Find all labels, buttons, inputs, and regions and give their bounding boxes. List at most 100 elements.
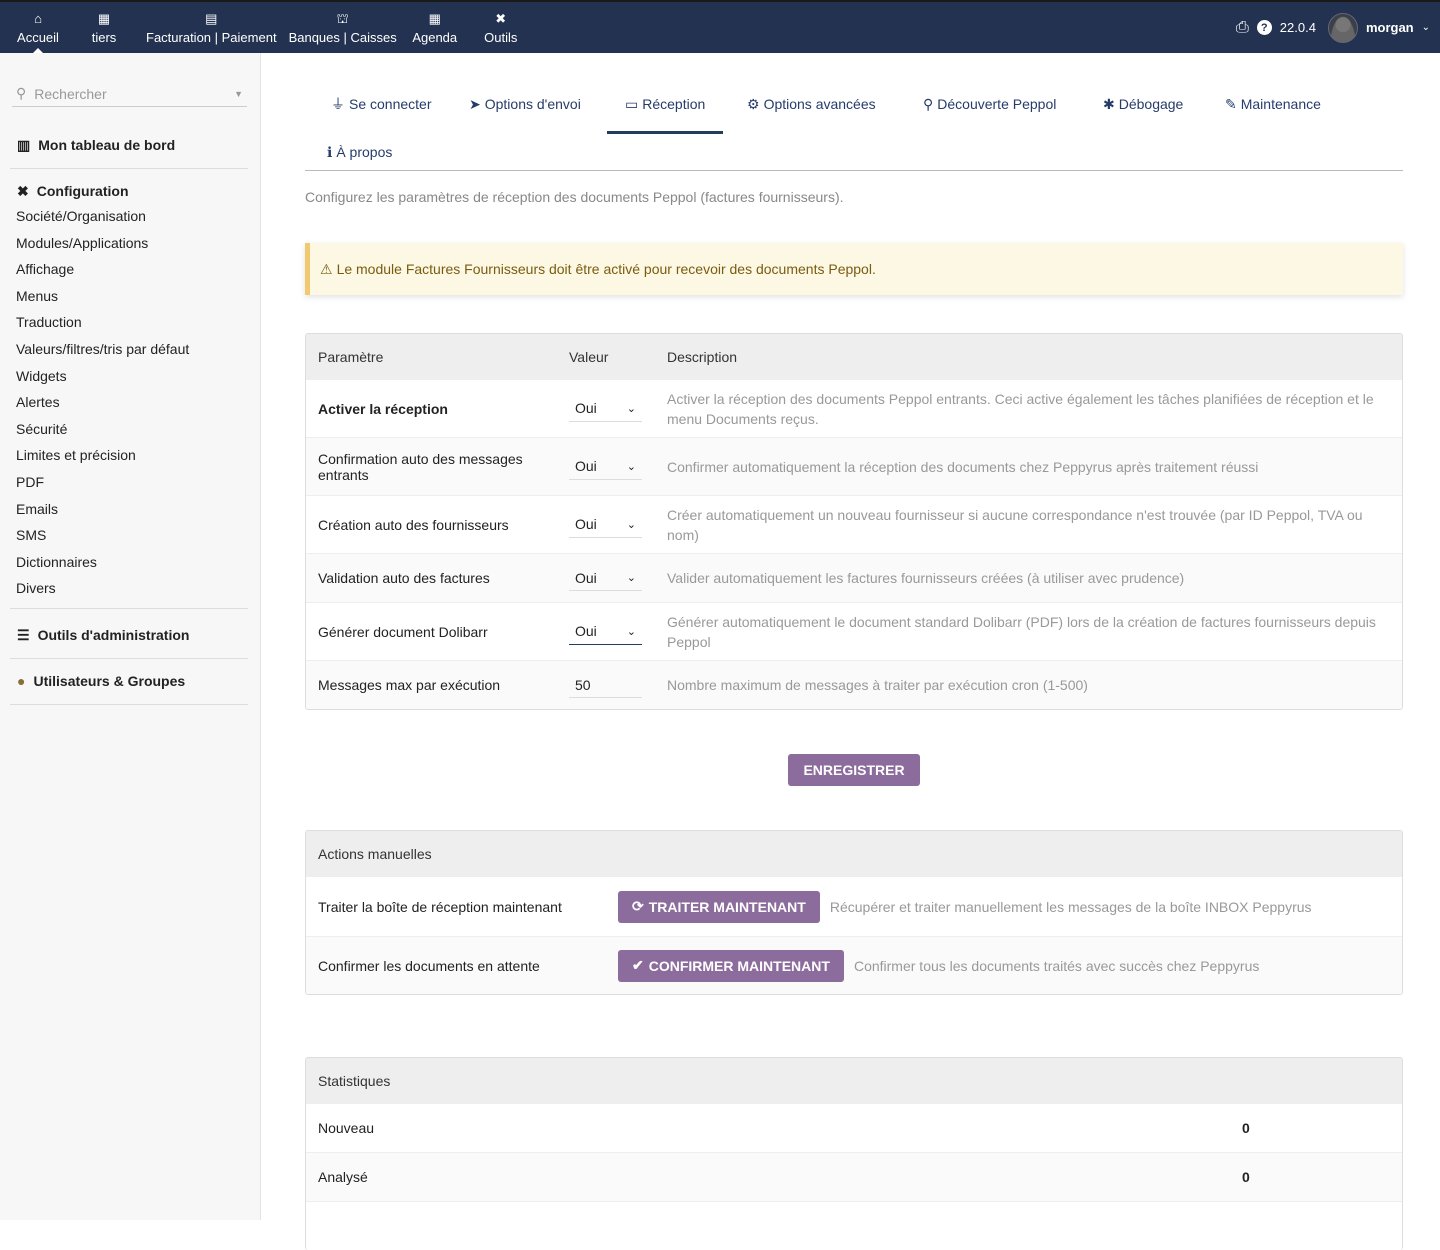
sidebar-config-item[interactable]: Widgets — [10, 363, 248, 390]
param-name: Validation auto des factures — [318, 570, 490, 586]
search-icon: ⚲ — [923, 95, 934, 112]
sidebar-config-item[interactable]: Emails — [10, 496, 248, 523]
table-row: Messages max par exécution 50 Nombre max… — [306, 660, 1402, 709]
param-desc: Confirmer automatiquement la réception d… — [667, 458, 1259, 475]
process-now-button[interactable]: ⟳ TRAITER MAINTENANT — [618, 890, 820, 923]
server-icon: ☰ — [17, 626, 30, 643]
value-select[interactable]: Oui ⌄ — [569, 619, 642, 645]
tab--propos[interactable]: ℹÀ propos — [327, 141, 392, 163]
value-select[interactable]: Oui ⌄ — [569, 396, 642, 422]
chevron-down-icon: ⌄ — [626, 572, 636, 584]
help-icon[interactable]: ? — [1256, 20, 1272, 35]
button-label: TRAITER MAINTENANT — [648, 898, 806, 915]
sidebar-config-item[interactable]: Affichage — [10, 256, 248, 283]
plug-icon: ⏚ — [331, 96, 345, 112]
sidebar-config-item[interactable]: Société/Organisation — [10, 203, 248, 230]
paper-plane-icon: ➤ — [469, 95, 481, 112]
sidebar-config-item[interactable]: Menus — [10, 283, 248, 310]
sidebar-admin-tools[interactable]: ☰ Outils d'administration — [10, 623, 248, 647]
sidebar-config-item[interactable]: PDF — [10, 469, 248, 496]
print-icon[interactable]: ⎙ — [1236, 19, 1249, 37]
param-name: Confirmation auto des messages entrants — [318, 450, 523, 483]
tab-bar: ⏚ Se connecter ➤ Options d'envoi ▭ Réception ⚙… — [305, 53, 1403, 171]
sidebar-configuration[interactable]: ✖ Configuration — [10, 179, 248, 203]
header-desc: Description — [667, 348, 738, 365]
nav-facturation[interactable]: ▤ Facturation | Paiement — [140, 2, 283, 53]
refresh-icon: ⟳ — [632, 898, 644, 914]
header-value: Valeur — [569, 348, 609, 365]
gears-icon: ⚙ — [747, 95, 760, 112]
nav-label: tiers — [91, 29, 117, 45]
building-icon: ▦ — [97, 10, 111, 26]
value-text: Oui — [575, 400, 597, 416]
tab-label: À propos — [336, 144, 393, 160]
version-label: 22.0.4 — [1279, 20, 1316, 35]
wrench-icon: ✎ — [1225, 95, 1237, 112]
sidebar-config-item[interactable]: Dictionnaires — [10, 549, 248, 576]
table-row: Générer document Dolibarr Oui ⌄ Générer a… — [306, 602, 1402, 660]
value-text: Oui — [575, 569, 597, 586]
nav-accueil[interactable]: ⌂ Accueil — [8, 2, 68, 53]
chevron-down-icon: ⌄ — [626, 518, 636, 531]
tab-label: Maintenance — [1240, 96, 1321, 112]
nav-agenda[interactable]: ▦ Agenda — [403, 2, 467, 53]
chevron-down-icon: ⌄ — [626, 625, 636, 638]
stats-value: 0 — [1242, 1120, 1250, 1136]
stats-row: Analysé 0 — [306, 1152, 1402, 1201]
sidebar-label: Utilisateurs & Groupes — [33, 673, 186, 689]
max-messages-input[interactable]: 50 — [569, 672, 642, 698]
nav-banques[interactable]: ⛫ Banques | Caisses — [283, 2, 403, 53]
tab-maintenance[interactable]: ✎ Maintenance — [1225, 93, 1321, 115]
tab-d-couverte-peppol[interactable]: ⚲ Découverte Peppol — [923, 93, 1056, 115]
sidebar-users-groups[interactable]: ● Utilisateurs & Groupes — [10, 669, 248, 693]
user-menu[interactable]: morgan — [1366, 20, 1414, 35]
sidebar-dashboard[interactable]: ▥ Mon tableau de bord — [10, 133, 248, 157]
tab-r-ception[interactable]: ▭ Réception — [606, 93, 724, 134]
caret-down-icon[interactable]: ▼ — [234, 89, 243, 99]
tab-se-connecter[interactable]: ⏚ Se connecter — [331, 93, 432, 115]
stats-panel: Statistiques Nouveau 0 Analysé 0 — [305, 1057, 1403, 1250]
value-text: Oui — [575, 516, 597, 532]
table-row: Activer la réception Oui ⌄ Activer la réc… — [306, 379, 1402, 437]
stats-label: Analysé — [318, 1169, 368, 1185]
inbox-icon: ▭ — [625, 95, 639, 112]
nav-label: Accueil — [17, 29, 59, 45]
sidebar-config-item[interactable]: Sécurité — [10, 416, 248, 443]
check-icon: ✔ — [632, 957, 644, 973]
sidebar-config-item[interactable]: Traduction — [10, 309, 248, 336]
chevron-down-icon: ⌄ — [626, 460, 636, 473]
sidebar-config-item[interactable]: Divers — [10, 575, 248, 602]
top-navbar: ⌂ Accueil ▦ tiers ▤ Facturation | Paiement … — [0, 0, 1440, 53]
tools-icon: ✖ — [17, 182, 29, 199]
nav-tiers[interactable]: ▦ tiers — [68, 2, 140, 53]
manual-action-desc: Confirmer tous les documents traités ave… — [853, 957, 1260, 974]
tab-d-bogage[interactable]: ✱ Débogage — [1103, 93, 1183, 115]
tab-label: Découverte Peppol — [937, 96, 1057, 112]
value-select[interactable]: Oui ⌄ — [569, 454, 642, 480]
tab-options-d-envoi[interactable]: ➤ Options d'envoi — [469, 93, 581, 115]
user-icon: ● — [17, 673, 26, 689]
nav-outils[interactable]: ✖ Outils — [467, 2, 535, 53]
sidebar-config-item[interactable]: SMS — [10, 522, 248, 549]
param-desc: Générer automatiquement le document stan… — [667, 613, 1376, 650]
bank-icon: ⛫ — [336, 10, 349, 26]
tab-options-avanc-es[interactable]: ⚙ Options avancées — [747, 93, 876, 115]
value-select[interactable]: Oui ⌄ — [569, 512, 642, 538]
sidebar-config-item[interactable]: Limites et précision — [10, 442, 248, 469]
avatar[interactable] — [1327, 12, 1358, 43]
manual-action-desc: Récupérer et traiter manuellement les me… — [829, 898, 1312, 915]
confirm-now-button[interactable]: ✔ CONFIRMER MAINTENANT — [618, 949, 844, 982]
sidebar-config-item[interactable]: Modules/Applications — [10, 230, 248, 257]
table-row: Création auto des fournisseurs Oui ⌄ Crée… — [306, 495, 1402, 553]
table-row: Confirmation auto des messages entrants … — [306, 437, 1402, 495]
calendar-icon: ▦ — [428, 10, 441, 26]
value-select[interactable]: Oui ⌄ — [569, 565, 642, 591]
sidebar-config-item[interactable]: Alertes — [10, 389, 248, 416]
chevron-down-icon[interactable]: ⌄ — [1422, 22, 1430, 33]
value-text: 50 — [575, 676, 591, 693]
search-input[interactable]: ⚲ Rechercher ▼ — [12, 81, 247, 107]
search-icon: ⚲ — [16, 85, 27, 101]
save-button[interactable]: ENREGISTRER — [788, 754, 920, 786]
sidebar-config-item[interactable]: Valeurs/filtres/tris par défaut — [10, 336, 248, 363]
param-desc: Valider automatiquement les factures fou… — [667, 570, 1185, 586]
